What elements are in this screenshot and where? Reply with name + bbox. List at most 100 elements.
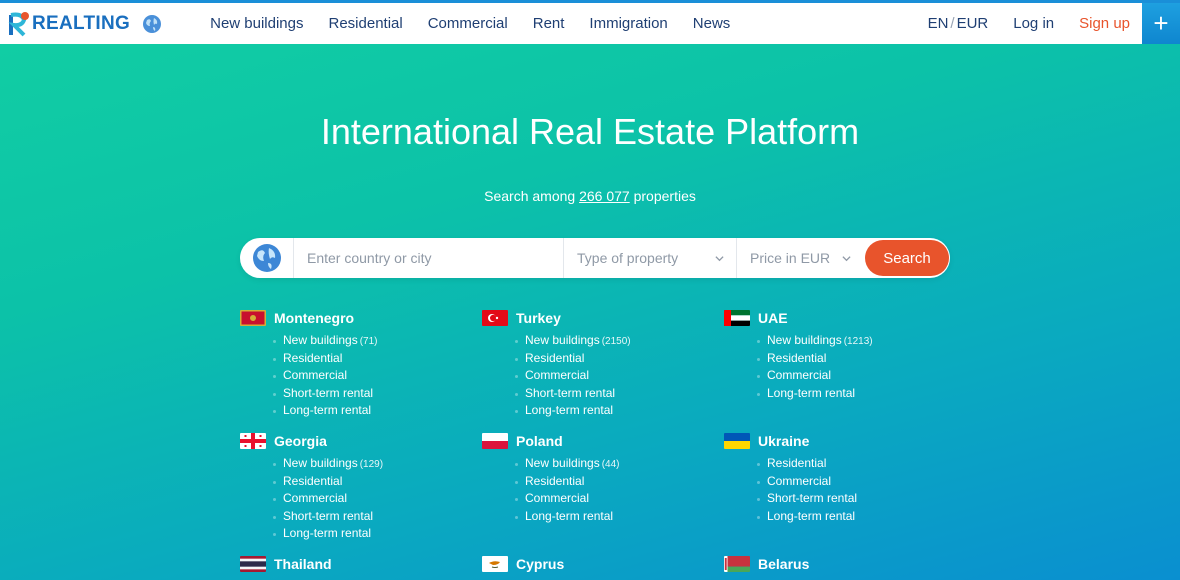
chevron-down-icon [842, 255, 851, 261]
link-residential[interactable]: Residential [273, 350, 470, 368]
link-commercial[interactable]: Commercial [515, 367, 712, 385]
country-name[interactable]: Poland [516, 433, 563, 449]
link-count: (71) [359, 336, 378, 347]
link-new-buildings[interactable]: New buildings (71) [273, 332, 470, 350]
country-name[interactable]: Cyprus [516, 556, 564, 572]
hero-title: International Real Estate Platform [320, 111, 860, 152]
country-name[interactable]: Georgia [274, 433, 327, 449]
nav-residential[interactable]: Residential [329, 15, 403, 32]
link-label: New buildings [283, 456, 358, 470]
country-block-ukraine: Ukraine Residential Commercial Short-ter… [724, 431, 954, 525]
link-commercial[interactable]: Commercial [757, 473, 954, 491]
cyprus-flag-icon [482, 556, 508, 572]
link-count: (2150) [601, 336, 631, 347]
country-block-cyprus: Cyprus [482, 554, 712, 574]
country-name[interactable]: Thailand [274, 556, 332, 572]
search-bar: Type of property Price in EUR Search [240, 238, 950, 278]
country-block-belarus: Belarus [724, 554, 954, 574]
link-short-term-rental[interactable]: Short-term rental [273, 508, 470, 526]
country-block-thailand: Thailand [240, 554, 470, 574]
separator: / [950, 15, 955, 32]
link-long-term-rental[interactable]: Long-term rental [515, 402, 712, 420]
nav-immigration[interactable]: Immigration [589, 15, 667, 32]
thailand-flag-icon [240, 556, 266, 572]
country-block-montenegro: Montenegro New buildings (71) Residential… [240, 308, 470, 420]
link-long-term-rental[interactable]: Long-term rental [273, 525, 470, 543]
link-residential[interactable]: Residential [515, 473, 712, 491]
globe-icon[interactable] [142, 14, 162, 34]
language-label: EN [927, 15, 949, 32]
georgia-flag-icon [240, 433, 266, 449]
link-new-buildings[interactable]: New buildings (1213) [757, 332, 954, 350]
price-label: Price in EUR [750, 250, 831, 266]
country-block-turkey: Turkey New buildings (2150) Residential C… [482, 308, 712, 420]
country-name[interactable]: Turkey [516, 310, 561, 326]
globe-icon [252, 244, 281, 272]
login-link[interactable]: Log in [1013, 15, 1054, 32]
link-long-term-rental[interactable]: Long-term rental [757, 508, 954, 526]
hero-subtitle: Search among 266 077 properties [0, 188, 1180, 204]
logo[interactable]: REALTING [8, 11, 130, 37]
price-dropdown[interactable]: Price in EUR [737, 238, 863, 278]
link-label: New buildings [525, 456, 600, 470]
country-name[interactable]: Montenegro [274, 310, 354, 326]
link-commercial[interactable]: Commercial [273, 367, 470, 385]
link-long-term-rental[interactable]: Long-term rental [273, 402, 470, 420]
belarus-flag-icon [724, 556, 750, 572]
top-navigation-bar: REALTING New buildings Residential Comme… [0, 0, 1180, 44]
link-count: (44) [601, 459, 620, 470]
link-short-term-rental[interactable]: Short-term rental [273, 385, 470, 403]
link-residential[interactable]: Residential [273, 473, 470, 491]
signup-link[interactable]: Sign up [1079, 15, 1130, 32]
link-residential[interactable]: Residential [515, 350, 712, 368]
montenegro-flag-icon [240, 310, 266, 326]
link-long-term-rental[interactable]: Long-term rental [757, 385, 954, 403]
currency-label: EUR [956, 15, 989, 32]
nav-rent[interactable]: Rent [533, 15, 565, 32]
turkey-flag-icon [482, 310, 508, 326]
country-block-poland: Poland New buildings (44) Residential Com… [482, 431, 712, 525]
nav-new-buildings[interactable]: New buildings [210, 15, 303, 32]
poland-flag-icon [482, 433, 508, 449]
country-block-uae: UAE New buildings (1213) Residential Comm… [724, 308, 954, 402]
link-label: New buildings [283, 333, 358, 347]
link-label: New buildings [767, 333, 842, 347]
country-block-georgia: Georgia New buildings (129) Residential C… [240, 431, 470, 543]
link-residential[interactable]: Residential [757, 455, 954, 473]
search-button[interactable]: Search [865, 240, 949, 276]
location-search-input[interactable] [294, 238, 564, 278]
country-name[interactable]: UAE [758, 310, 788, 326]
realting-logo-icon [8, 11, 29, 36]
property-type-dropdown[interactable]: Type of property [564, 238, 737, 278]
link-long-term-rental[interactable]: Long-term rental [515, 508, 712, 526]
link-commercial[interactable]: Commercial [515, 490, 712, 508]
hero-sub-suffix: properties [633, 188, 696, 204]
link-short-term-rental[interactable]: Short-term rental [757, 490, 954, 508]
link-residential[interactable]: Residential [757, 350, 954, 368]
main-nav: New buildings Residential Commercial Ren… [210, 15, 730, 32]
link-new-buildings[interactable]: New buildings (2150) [515, 332, 712, 350]
link-new-buildings[interactable]: New buildings (129) [273, 455, 470, 473]
nav-news[interactable]: News [693, 15, 731, 32]
link-count: (1213) [843, 336, 873, 347]
link-new-buildings[interactable]: New buildings (44) [515, 455, 712, 473]
link-commercial[interactable]: Commercial [273, 490, 470, 508]
link-short-term-rental[interactable]: Short-term rental [515, 385, 712, 403]
chevron-down-icon [715, 255, 724, 261]
property-count-link[interactable]: 266 077 [579, 188, 630, 204]
link-commercial[interactable]: Commercial [757, 367, 954, 385]
country-name[interactable]: Ukraine [758, 433, 809, 449]
language-currency-selector[interactable]: EN / EUR [928, 15, 989, 32]
link-count: (129) [359, 459, 384, 470]
country-name[interactable]: Belarus [758, 556, 809, 572]
ukraine-flag-icon [724, 433, 750, 449]
uae-flag-icon [724, 310, 750, 326]
logo-text: REALTING [32, 12, 131, 34]
add-listing-button[interactable]: + [1142, 3, 1180, 44]
plus-icon: + [1153, 8, 1169, 38]
nav-commercial[interactable]: Commercial [428, 15, 508, 32]
property-type-label: Type of property [577, 250, 679, 266]
location-globe [240, 238, 294, 278]
link-label: New buildings [525, 333, 600, 347]
hero-sub-prefix: Search among [484, 188, 576, 204]
